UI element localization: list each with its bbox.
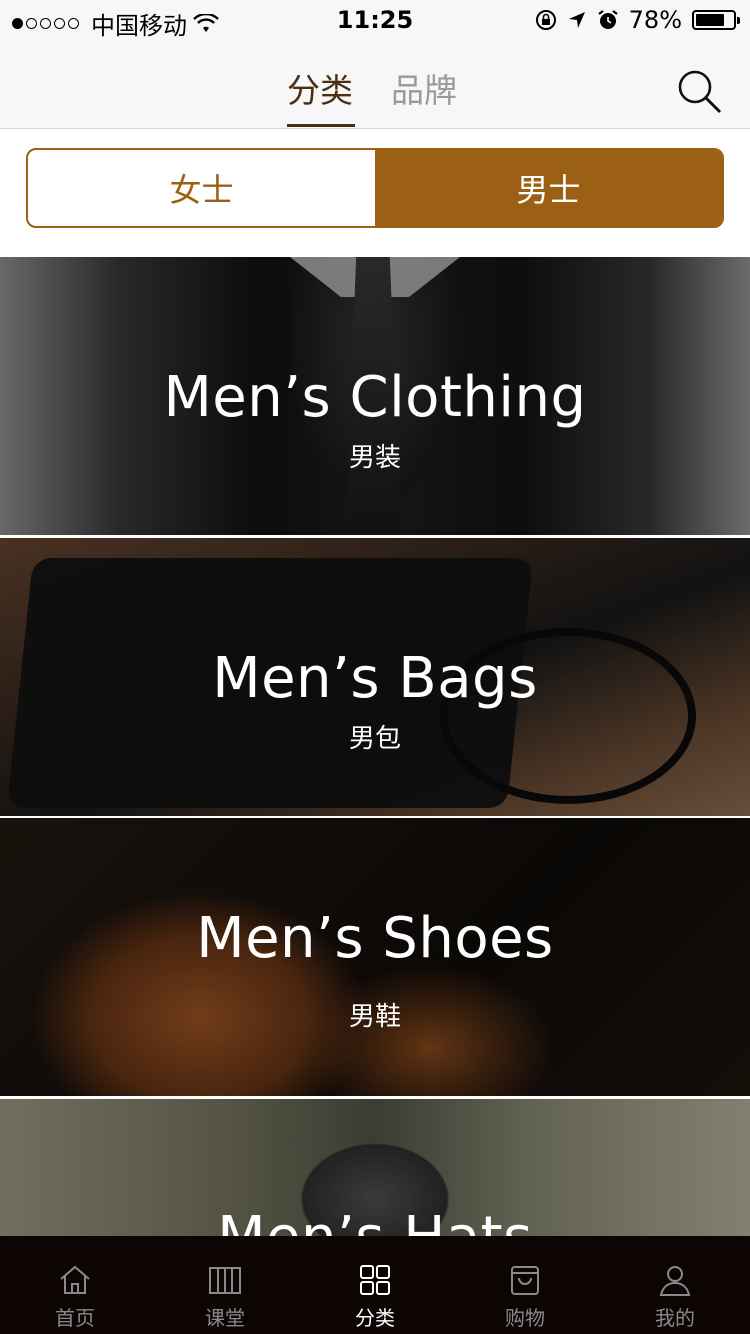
gender-toggle: 女士 男士 — [26, 148, 724, 228]
category-card-bags[interactable]: Men’s Bags 男包 — [0, 538, 750, 816]
men-segment[interactable]: 男士 — [375, 150, 722, 226]
tabbar-label: 课堂 — [205, 1306, 245, 1330]
tabbar-label: 分类 — [355, 1306, 395, 1330]
status-bar: 中国移动 11:25 78% — [0, 0, 750, 40]
active-tab-indicator — [287, 124, 355, 127]
bottom-tab-bar: 首页 课堂 分类 购物 我的 — [0, 1236, 750, 1334]
category-title: Men’s Hats — [217, 1205, 533, 1239]
tabbar-label: 我的 — [655, 1306, 695, 1330]
location-arrow-icon — [568, 12, 585, 28]
tabbar-item-profile[interactable]: 我的 — [600, 1236, 750, 1334]
profile-icon — [659, 1266, 691, 1296]
category-title: Men’s Clothing — [163, 365, 587, 430]
tab-category[interactable]: 分类 — [287, 64, 353, 112]
category-card-hats[interactable]: Men’s Hats — [0, 1099, 750, 1239]
book-icon — [209, 1267, 241, 1294]
category-title: Men’s Shoes — [196, 906, 554, 971]
category-card-clothing[interactable]: Men’s Clothing 男装 — [0, 257, 750, 535]
category-subtitle: 男包 — [348, 724, 401, 754]
alarm-icon — [597, 10, 618, 29]
category-card-shoes[interactable]: Men’s Shoes 男鞋 — [0, 818, 750, 1096]
category-subtitle: 男装 — [348, 443, 401, 473]
status-right: 78% — [535, 6, 740, 34]
tabbar-item-home[interactable]: 首页 — [0, 1236, 150, 1334]
women-segment[interactable]: 女士 — [28, 150, 375, 226]
battery-percent: 78% — [628, 6, 682, 34]
tabbar-item-category[interactable]: 分类 — [300, 1236, 450, 1334]
tabbar-item-class[interactable]: 课堂 — [150, 1236, 300, 1334]
bag-icon — [511, 1266, 539, 1295]
category-title: Men’s Bags — [212, 646, 538, 711]
rotation-lock-icon — [535, 10, 556, 30]
header: 分类 品牌 — [0, 40, 750, 129]
tabbar-label: 购物 — [505, 1306, 545, 1330]
category-subtitle: 男鞋 — [348, 1002, 401, 1032]
grid-icon — [360, 1265, 390, 1295]
tabbar-item-shop[interactable]: 购物 — [450, 1236, 600, 1334]
tabbar-label: 首页 — [55, 1306, 95, 1330]
search-icon[interactable] — [676, 68, 722, 114]
battery-icon — [692, 10, 740, 30]
tab-brand[interactable]: 品牌 — [391, 64, 457, 112]
home-icon — [60, 1265, 90, 1294]
